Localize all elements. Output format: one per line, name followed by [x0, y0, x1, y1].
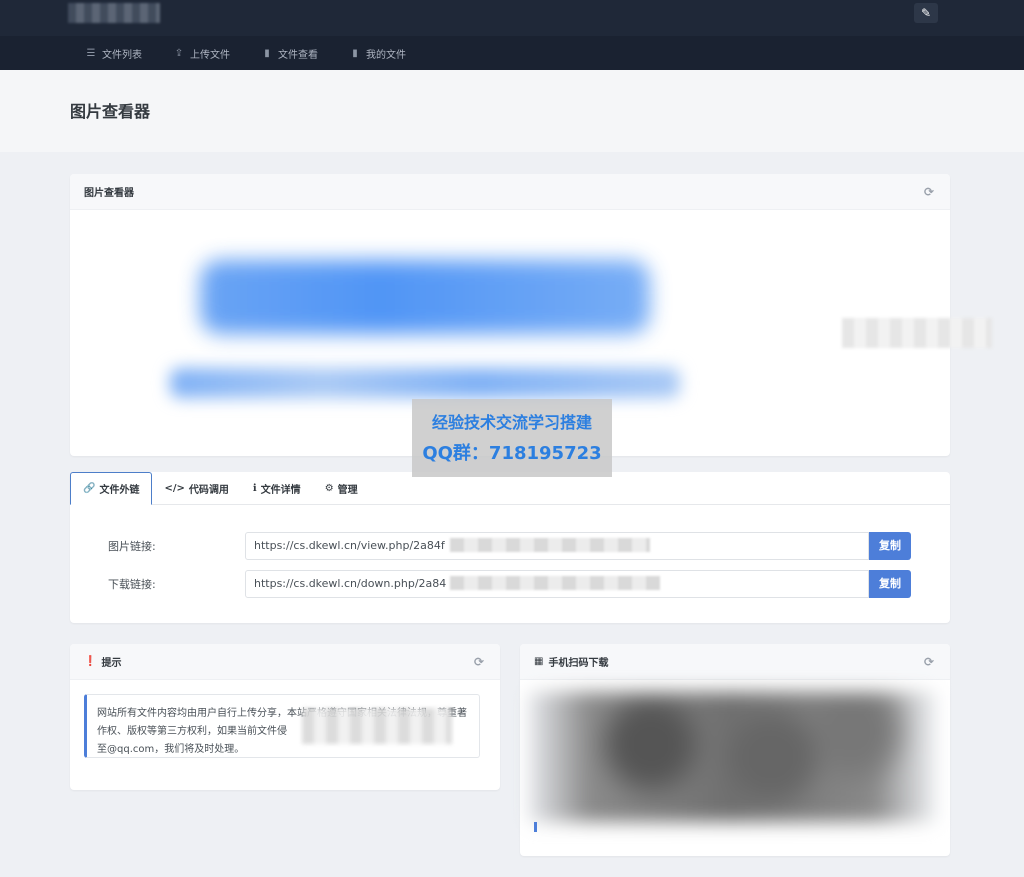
file-icon: ▮ — [264, 47, 270, 59]
refresh-icon[interactable]: ⟳ — [474, 655, 484, 669]
theme-toggle-button[interactable]: ✎ — [914, 3, 938, 23]
tab-label: 代码调用 — [188, 484, 229, 496]
refresh-icon[interactable]: ⟳ — [924, 185, 934, 199]
image-link-row: 图片链接: https://cs.dkewl.cn/view.php/2a84f… — [70, 532, 950, 560]
tab-code-call[interactable]: </> 代码调用 — [152, 472, 240, 504]
qrcode-icon: ▦ — [534, 656, 544, 667]
file-icon: ▮ — [352, 47, 358, 59]
blurred-image-subtitle — [170, 368, 680, 398]
download-link-value: https://cs.dkewl.cn/down.php/2a84 — [254, 577, 447, 590]
redacted-text — [302, 708, 452, 744]
blurred-image-text — [842, 318, 992, 348]
card-header: ❗ 提示 ⟳ — [70, 644, 500, 680]
card-title: 提示 — [101, 658, 122, 669]
nav-item-label: 文件查看 — [278, 49, 318, 61]
card-title: 手机扫码下载 — [548, 658, 609, 669]
tab-label: 文件详情 — [260, 484, 301, 496]
list-icon: ☰ — [86, 47, 96, 59]
image-link-label: 图片链接: — [108, 540, 156, 553]
nav-item-file-list[interactable]: ☰ 文件列表 — [86, 36, 142, 70]
card-header: 图片查看器 ⟳ — [70, 174, 950, 210]
file-links-card: 🔗 文件外链 </> 代码调用 ℹ 文件详情 ⚙ 管理 图片链接: https:… — [70, 472, 950, 623]
nav-item-label: 上传文件 — [190, 49, 230, 61]
watermark-line-2: QQ群：718195723 — [422, 443, 602, 464]
card-header: ▦ 手机扫码下载 ⟳ — [520, 644, 950, 680]
nav-item-label: 我的文件 — [366, 49, 406, 61]
watermark: 经验技术交流学习搭建 QQ群：718195723 — [412, 399, 612, 477]
tab-file-details[interactable]: ℹ 文件详情 — [241, 472, 313, 504]
notice-card: ❗ 提示 ⟳ 网站所有文件内容均由用户自行上传分享，本站严格遵守国家相关法律法规… — [70, 644, 500, 790]
notice-text-end: 至@qq.com，我们将及时处理。 — [97, 744, 245, 755]
nav-item-my-files[interactable]: ▮ 我的文件 — [350, 36, 406, 70]
nav-item-upload[interactable]: ⇪ 上传文件 — [174, 36, 230, 70]
upload-icon: ⇪ — [174, 47, 184, 59]
image-link-value: https://cs.dkewl.cn/view.php/2a84f — [254, 539, 445, 552]
link-icon: 🔗 — [83, 483, 96, 494]
qr-download-card: ▦ 手机扫码下载 ⟳ — [520, 644, 950, 856]
page-header: 图片查看器 — [0, 70, 1024, 152]
watermark-line-1: 经验技术交流学习搭建 — [431, 413, 592, 432]
tab-file-links[interactable]: 🔗 文件外链 — [70, 472, 153, 505]
tab-label: 文件外链 — [99, 485, 140, 496]
accent-bar — [534, 822, 537, 832]
top-bar: ✎ — [0, 0, 1024, 36]
refresh-icon[interactable]: ⟳ — [924, 655, 934, 669]
blurred-image-title — [200, 260, 650, 334]
page-title: 图片查看器 — [70, 102, 151, 121]
alert-icon: ❗ — [84, 656, 97, 667]
nav-item-label: 文件列表 — [102, 49, 142, 61]
redacted-text — [450, 576, 660, 590]
copy-image-link-button[interactable]: 复制 — [869, 532, 911, 560]
redacted-text — [450, 538, 650, 552]
info-icon: ℹ — [252, 482, 257, 494]
site-logo[interactable] — [68, 3, 160, 23]
main-nav: ☰ 文件列表 ⇪ 上传文件 ▮ 文件查看 ▮ 我的文件 — [0, 36, 1024, 70]
download-link-label: 下载链接: — [108, 578, 156, 591]
copy-download-link-button[interactable]: 复制 — [869, 570, 911, 598]
qr-code-image — [528, 692, 936, 822]
card-title: 图片查看器 — [84, 188, 134, 199]
tab-label: 管理 — [337, 484, 358, 496]
tab-manage[interactable]: ⚙ 管理 — [313, 472, 370, 504]
nav-item-file-view[interactable]: ▮ 文件查看 — [262, 36, 318, 70]
gear-icon: ⚙ — [324, 482, 334, 494]
download-link-row: 下载链接: https://cs.dkewl.cn/down.php/2a84 … — [70, 570, 950, 598]
brush-icon: ✎ — [920, 6, 932, 20]
code-icon: </> — [164, 482, 185, 494]
